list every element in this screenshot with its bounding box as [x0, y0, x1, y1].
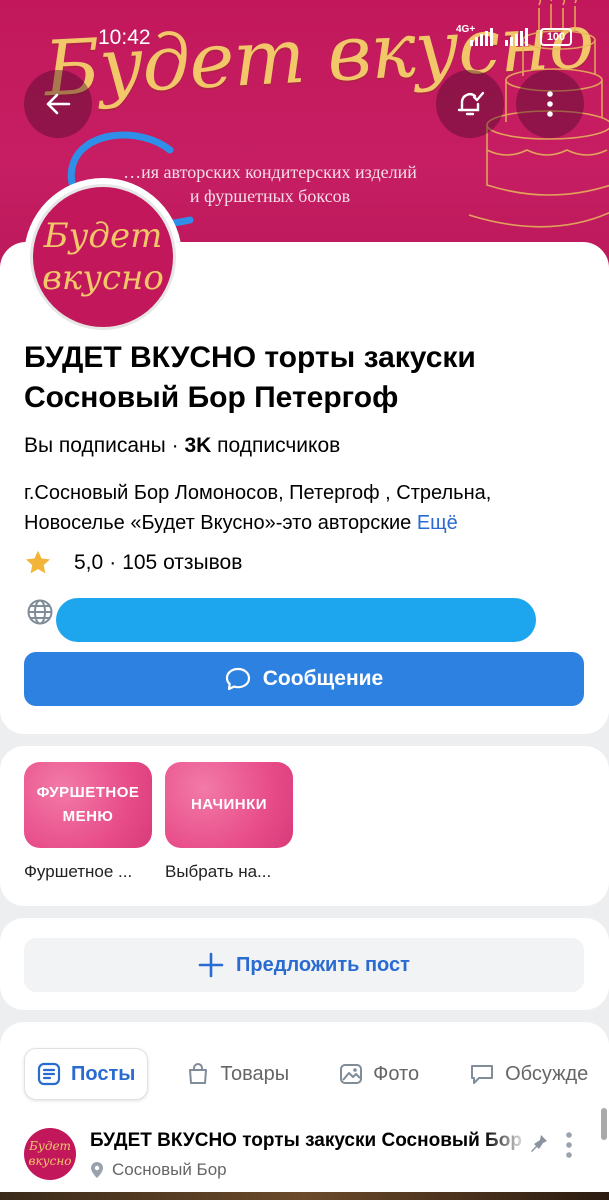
more-vertical-icon [547, 91, 553, 117]
message-button[interactable]: Сообщение [24, 652, 584, 706]
dot-separator: · [171, 434, 179, 457]
star-icon [25, 550, 51, 574]
subscribed-status: Вы подписаны [24, 434, 166, 457]
bell-check-icon [457, 91, 485, 116]
propose-post-card: Предложить пост [0, 918, 609, 1010]
arrow-left-icon [46, 93, 71, 115]
plus-icon [198, 952, 224, 978]
subscription-info[interactable]: Вы подписаны · 3K подписчиков [24, 434, 340, 458]
tab-posts-label: Посты [71, 1062, 136, 1085]
scrollbar[interactable] [601, 1108, 607, 1140]
signal-icon [470, 28, 493, 46]
reviews-count: 105 отзывов [122, 551, 243, 574]
location-pin-icon [91, 1162, 103, 1178]
posts-card: Посты Товары Фото Обсужде Будет вкусно Б… [0, 1022, 609, 1200]
propose-post-button[interactable]: Предложить пост [24, 938, 584, 992]
tab-photo-label: Фото [373, 1062, 420, 1085]
tab-goods-label: Товары [220, 1062, 290, 1085]
chat-icon [471, 1065, 494, 1084]
status-bar: 10:42 4G+ 100 [0, 22, 609, 56]
post-image-preview [0, 1192, 609, 1200]
post-header: Будет вкусно БУДЕТ ВКУСНО торты закуски … [24, 1126, 589, 1186]
status-time: 10:42 [98, 26, 151, 49]
pin-icon [531, 1135, 547, 1152]
tab-photo[interactable]: Фото [327, 1048, 431, 1100]
bag-icon [189, 1063, 208, 1084]
avatar-logo-line2: вкусно [42, 258, 164, 298]
highlight-tile-line1: ФУРШЕТНОЕ [36, 784, 140, 801]
tab-posts[interactable]: Посты [24, 1048, 149, 1100]
post-location-text: Сосновый Бор [112, 1160, 227, 1179]
back-button[interactable] [24, 70, 92, 138]
subscriber-count: 3K [184, 434, 212, 457]
chat-bubble-icon [225, 667, 250, 691]
community-description: г.Сосновый Бор Ломоносов, Петергоф , Стр… [24, 478, 594, 538]
community-avatar[interactable]: Будет вкусно [24, 178, 182, 336]
posts-icon [37, 1062, 61, 1086]
rating-value: 5,0 [74, 551, 104, 574]
avatar-logo-line1: Будет [43, 216, 163, 256]
highlight-item-menu[interactable]: ФУРШЕТНОЕ МЕНЮ Фуршетное ... [24, 762, 152, 882]
community-title: БУДЕТ ВКУСНО торты закуски Сосновый Бор … [24, 341, 476, 414]
tab-discussions[interactable]: Обсужде [457, 1048, 600, 1100]
post-author-avatar[interactable]: Будет вкусно [24, 1128, 76, 1180]
propose-post-label: Предложить пост [236, 953, 410, 976]
rating-row[interactable]: 5,0 · 105 отзывов [24, 546, 242, 580]
highlight-tile: НАЧИНКИ [165, 762, 293, 848]
highlight-item-fillings[interactable]: НАЧИНКИ Выбрать на... [165, 762, 293, 882]
battery-icon: 100 [540, 28, 572, 46]
post-location: Сосновый Бор [90, 1160, 227, 1180]
globe-icon [27, 599, 53, 625]
message-button-label: Сообщение [262, 667, 384, 690]
highlight-caption: Фуршетное ... [24, 862, 133, 881]
more-button[interactable] [516, 70, 584, 138]
rating-separator: · [109, 551, 117, 574]
post-more-icon[interactable] [564, 1130, 574, 1160]
redacted-website-link [56, 598, 536, 642]
website-row[interactable] [24, 596, 544, 642]
post-avatar-line1: Будет [29, 1139, 71, 1153]
avatar-logo: Будет вкусно [30, 184, 176, 330]
tab-discussions-label: Обсужде [505, 1062, 589, 1085]
content-tabs: Посты Товары Фото Обсужде [24, 1048, 609, 1100]
cover-tagline-line1: …ия авторских кондитерских изделий [123, 162, 417, 182]
post-avatar-line2: вкусно [28, 1154, 72, 1168]
photo-icon [340, 1064, 363, 1084]
subscribers-label: подписчиков [217, 434, 341, 457]
highlight-tile-line1: НАЧИНКИ [190, 796, 268, 813]
highlight-tile: ФУРШЕТНОЕ МЕНЮ [24, 762, 152, 848]
subscription-bell-button[interactable] [436, 70, 504, 138]
signal-2-icon [505, 28, 528, 46]
highlight-tile-line2: МЕНЮ [62, 808, 114, 825]
highlight-caption: Выбрать на... [165, 862, 272, 881]
show-more-link[interactable]: Ещё [417, 512, 458, 534]
highlights-card: ФУРШЕТНОЕ МЕНЮ Фуршетное ... НАЧИНКИ Выб… [0, 746, 609, 906]
tab-goods[interactable]: Товары [174, 1048, 301, 1100]
post-author-name[interactable]: БУДЕТ ВКУСНО торты закуски Сосновый Бор … [90, 1130, 528, 1152]
